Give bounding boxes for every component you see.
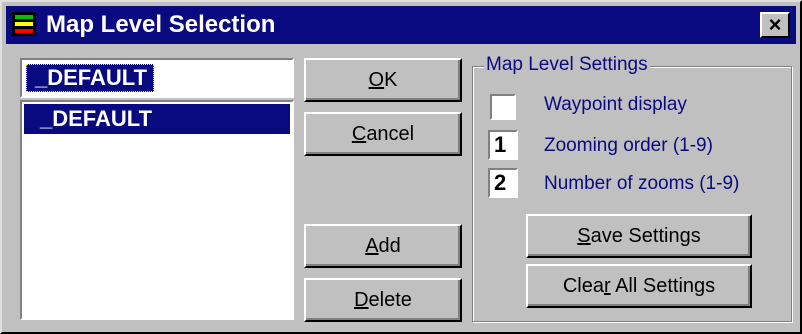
save-settings-button[interactable]: Save Settings xyxy=(526,214,752,258)
zooming-order-label: Zooming order (1-9) xyxy=(544,135,713,156)
number-of-zooms-field[interactable]: 2 xyxy=(488,168,518,198)
delete-button[interactable]: Delete xyxy=(304,278,462,322)
clear-all-settings-button[interactable]: Clear All Settings xyxy=(526,264,752,308)
list-item[interactable]: _DEFAULT xyxy=(24,104,290,134)
add-button[interactable]: Add xyxy=(304,224,462,268)
ok-button[interactable]: OK xyxy=(304,58,462,102)
level-name-value: _DEFAULT xyxy=(26,64,155,92)
map-level-selection-dialog: Map Level Selection × _DEFAULT _DEFAULT … xyxy=(0,0,802,334)
group-label: Map Level Settings xyxy=(484,54,650,76)
close-icon: × xyxy=(768,12,782,37)
cancel-button[interactable]: Cancel xyxy=(304,112,462,156)
waypoint-display-checkbox[interactable] xyxy=(490,94,516,120)
zooming-order-field[interactable]: 1 xyxy=(488,130,518,160)
app-icon xyxy=(12,12,36,36)
level-name-input[interactable]: _DEFAULT xyxy=(20,58,294,98)
level-list[interactable]: _DEFAULT xyxy=(20,100,294,320)
waypoint-display-label: Waypoint display xyxy=(544,94,687,115)
close-button[interactable]: × xyxy=(760,12,790,38)
window-title: Map Level Selection xyxy=(46,11,276,38)
number-of-zooms-label: Number of zooms (1-9) xyxy=(544,173,740,194)
title-bar[interactable]: Map Level Selection × xyxy=(6,6,796,44)
